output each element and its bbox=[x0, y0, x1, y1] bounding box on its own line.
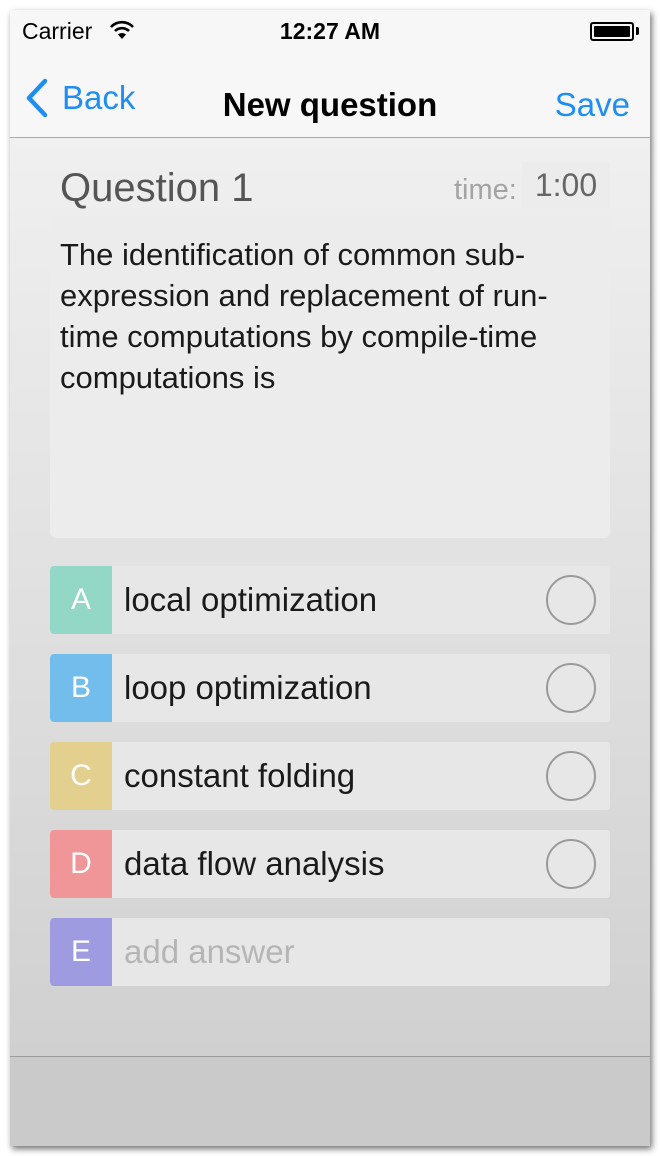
navigation-bar: Back New question Save bbox=[10, 50, 650, 138]
answer-option-a[interactable]: A local optimization bbox=[50, 566, 610, 634]
answer-letter-d: D bbox=[50, 830, 112, 898]
answer-option-b[interactable]: B loop optimization bbox=[50, 654, 610, 722]
answer-option-c[interactable]: C constant folding bbox=[50, 742, 610, 810]
answer-text-a: local optimization bbox=[124, 581, 378, 618]
answer-radio-d[interactable] bbox=[546, 839, 596, 889]
battery-icon bbox=[590, 22, 634, 41]
save-button[interactable]: Save bbox=[555, 86, 630, 124]
bottom-toolbar bbox=[10, 1056, 650, 1146]
add-answer-field[interactable]: E add answer bbox=[50, 918, 610, 986]
time-label: time: bbox=[454, 174, 517, 206]
answer-text-c: constant folding bbox=[124, 757, 356, 794]
add-answer-placeholder: add answer bbox=[124, 933, 295, 970]
answer-letter-b: B bbox=[50, 654, 112, 722]
answer-option-d[interactable]: D data flow analysis bbox=[50, 830, 610, 898]
question-text-field[interactable]: The identification of common sub-express… bbox=[50, 216, 610, 538]
status-time: 12:27 AM bbox=[279, 18, 381, 44]
phone-screen: Carrier 12:27 AM Back New question Save … bbox=[10, 10, 650, 1146]
answer-letter-e: E bbox=[50, 918, 112, 986]
answer-text-d: data flow analysis bbox=[124, 845, 385, 882]
answer-letter-c: C bbox=[50, 742, 112, 810]
question-title: Question 1 bbox=[60, 166, 254, 210]
answer-text-b: loop optimization bbox=[124, 669, 372, 706]
status-bar: Carrier 12:27 AM bbox=[10, 10, 650, 50]
battery-cap bbox=[636, 27, 639, 35]
answer-radio-a[interactable] bbox=[546, 575, 596, 625]
answer-radio-c[interactable] bbox=[546, 751, 596, 801]
answer-radio-b[interactable] bbox=[546, 663, 596, 713]
answer-letter-a: A bbox=[50, 566, 112, 634]
time-field[interactable]: 1:00 bbox=[522, 162, 610, 208]
